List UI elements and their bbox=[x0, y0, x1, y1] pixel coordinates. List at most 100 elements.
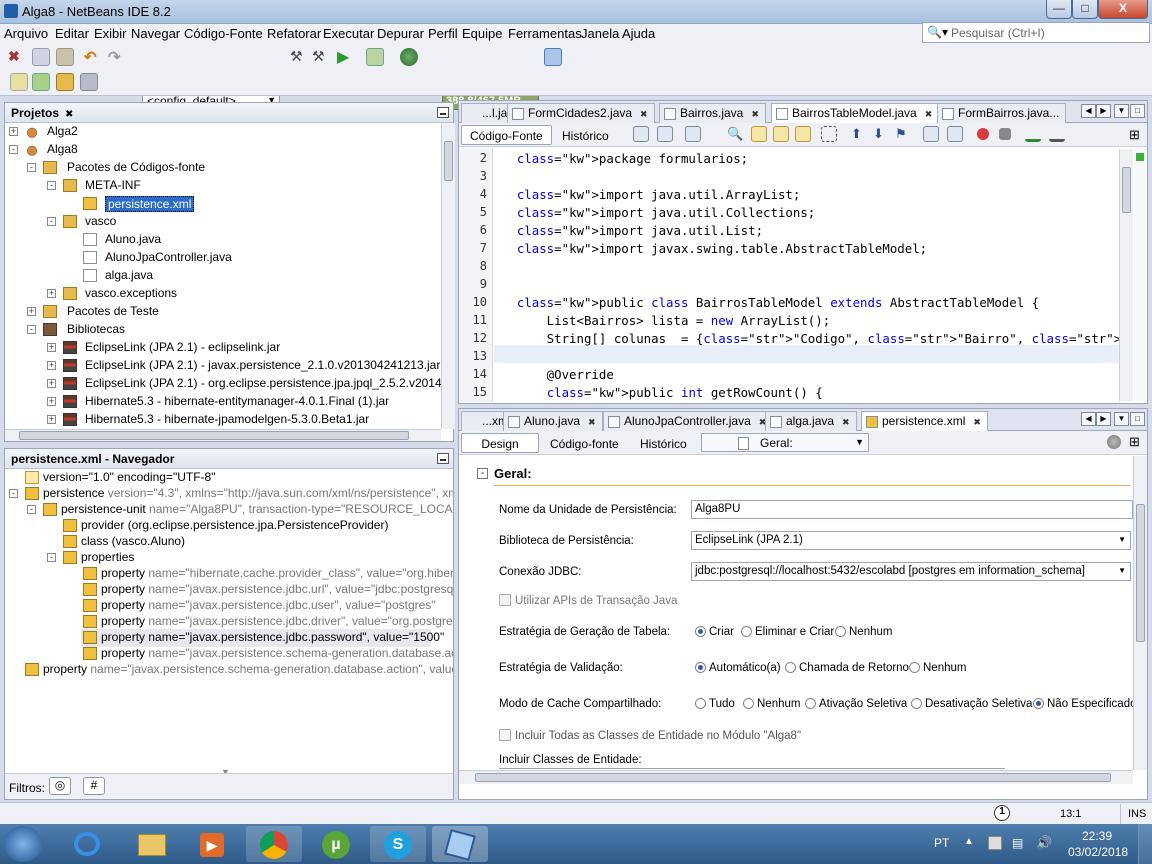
unit-name-input[interactable]: Alga8PU bbox=[691, 500, 1133, 519]
design-hscrollbar[interactable] bbox=[459, 770, 1133, 784]
maximize-editor-icon[interactable]: □ bbox=[1130, 412, 1145, 426]
radio-tudo[interactable]: Tudo bbox=[695, 698, 735, 710]
ie-taskbar-icon[interactable] bbox=[60, 826, 116, 862]
new-file-icon[interactable] bbox=[10, 73, 28, 91]
utorrent-taskbar-icon[interactable]: µ bbox=[308, 826, 364, 862]
expand-icon[interactable]: + bbox=[47, 397, 56, 406]
filter-fields-icon[interactable]: ◎ bbox=[49, 777, 71, 795]
projects-hscrollbar[interactable] bbox=[5, 429, 441, 441]
minimize-panel-icon[interactable] bbox=[437, 107, 449, 118]
menu-exibir[interactable]: Exibir bbox=[94, 26, 127, 41]
notifications-badge[interactable]: 1 bbox=[994, 805, 1010, 821]
radio-criar[interactable]: Criar bbox=[695, 626, 734, 638]
scroll-thumb[interactable] bbox=[19, 431, 409, 440]
tab-formbairros[interactable]: FormBairros.java... bbox=[937, 103, 1067, 123]
undo-icon[interactable]: ↶ bbox=[84, 48, 102, 66]
menu-ferramentas[interactable]: Ferramentas bbox=[508, 26, 582, 41]
cut-icon[interactable]: ✖ bbox=[8, 48, 26, 66]
run-icon[interactable]: ▶ bbox=[337, 47, 355, 66]
clock-time[interactable]: 22:39 bbox=[1082, 829, 1112, 843]
volume-icon[interactable]: 🔊 bbox=[1036, 835, 1052, 851]
uncomment-icon[interactable] bbox=[1049, 126, 1065, 142]
paste-icon[interactable] bbox=[56, 48, 74, 66]
editor-top-vscrollbar[interactable] bbox=[1119, 149, 1133, 401]
tab-bairros[interactable]: Bairros.java ✖ bbox=[659, 103, 766, 123]
shift-right-icon[interactable] bbox=[947, 126, 963, 142]
radio-automatico[interactable]: Automático(a) bbox=[695, 662, 781, 674]
menu-depurar[interactable]: Depurar bbox=[377, 26, 424, 41]
jdbc-select[interactable]: jdbc:postgresql://localhost:5432/escolab… bbox=[691, 562, 1131, 581]
start-button[interactable] bbox=[4, 826, 42, 862]
hammer-icon[interactable]: ⚒ bbox=[290, 48, 308, 66]
menu-codigo-fonte[interactable]: Código-Fonte bbox=[184, 26, 263, 41]
stop-macro-icon[interactable] bbox=[999, 128, 1011, 140]
expand-icon[interactable]: + bbox=[47, 289, 56, 298]
debug-icon[interactable] bbox=[366, 48, 384, 66]
tray-expand-icon[interactable]: ▲ bbox=[964, 836, 974, 847]
collapse-icon[interactable]: - bbox=[47, 217, 56, 226]
expand-icon[interactable]: + bbox=[47, 361, 56, 370]
filter-static-icon[interactable]: # bbox=[83, 777, 105, 795]
code-area[interactable]: 2 3 4 5 6 7 8 9 10 11 12 13 14 15 class=… bbox=[459, 149, 1119, 401]
shift-left-icon[interactable] bbox=[923, 126, 939, 142]
save-all-icon[interactable] bbox=[80, 73, 98, 91]
toggle-bookmark-icon[interactable]: ⚑ bbox=[895, 126, 911, 142]
redo-icon[interactable]: ↷ bbox=[108, 48, 126, 66]
scroll-tabs-left-icon[interactable]: ◀ bbox=[1081, 412, 1096, 426]
close-icon[interactable]: ✖ bbox=[640, 109, 648, 119]
radio-chamada-retorno[interactable]: Chamada de Retorno bbox=[785, 662, 909, 674]
collapse-icon[interactable]: - bbox=[47, 553, 56, 562]
collapse-section-icon[interactable]: - bbox=[477, 468, 488, 479]
close-icon[interactable]: ✖ bbox=[588, 417, 596, 427]
collapse-icon[interactable]: - bbox=[9, 145, 18, 154]
language-indicator[interactable]: PT bbox=[934, 836, 949, 850]
minimize-button[interactable]: — bbox=[1046, 0, 1072, 19]
expand-icon[interactable]: + bbox=[47, 415, 56, 424]
prev-bookmark-icon[interactable]: ⬆ bbox=[851, 126, 867, 142]
tab-source[interactable]: Código-Fonte bbox=[461, 125, 552, 145]
close-icon[interactable]: ✖ bbox=[925, 109, 933, 119]
tab-formcidades2[interactable]: FormCidades2.java ✖ bbox=[507, 103, 655, 123]
network-icon[interactable]: ▤ bbox=[1012, 836, 1023, 850]
include-all-checkbox[interactable]: Incluir Todas as Classes de Entidade no … bbox=[499, 729, 801, 742]
radio-eliminar-criar[interactable]: Eliminar e Criar bbox=[741, 626, 834, 638]
scroll-thumb[interactable] bbox=[1122, 167, 1131, 213]
scroll-tabs-left-icon[interactable]: ◀ bbox=[1081, 104, 1096, 118]
expand-icon[interactable]: + bbox=[27, 307, 36, 316]
close-icon[interactable]: ✖ bbox=[973, 417, 981, 427]
open-project-icon[interactable] bbox=[56, 73, 74, 91]
menu-arquivo[interactable]: Arquivo bbox=[4, 26, 48, 41]
collapse-icon[interactable]: - bbox=[27, 325, 36, 334]
record-macro-icon[interactable] bbox=[977, 128, 989, 140]
search-input[interactable]: 🔍▾ Pesquisar (Ctrl+I) bbox=[922, 22, 1150, 43]
radio-ativacao-seletiva[interactable]: Ativação Seletiva bbox=[805, 698, 907, 710]
tab-history[interactable]: Histórico bbox=[553, 125, 618, 145]
section-select[interactable]: Geral: ▼ bbox=[701, 433, 869, 452]
scroll-tabs-right-icon[interactable]: ▶ bbox=[1096, 104, 1111, 118]
skype-taskbar-icon[interactable]: S bbox=[370, 826, 426, 862]
media-taskbar-icon[interactable]: ▶ bbox=[184, 826, 240, 862]
collapse-icon[interactable]: - bbox=[27, 505, 36, 514]
expand-icon[interactable]: + bbox=[47, 379, 56, 388]
action-center-icon[interactable] bbox=[988, 836, 1002, 850]
show-opened-docs-icon[interactable]: ▼ bbox=[1114, 412, 1129, 426]
radio-nenhum-gen[interactable]: Nenhum bbox=[835, 626, 892, 638]
menu-executar[interactable]: Executar bbox=[323, 26, 374, 41]
tab-persistence-xml[interactable]: persistence.xml ✖ bbox=[861, 411, 988, 432]
collapse-icon[interactable]: - bbox=[27, 163, 36, 172]
nav-row-selected[interactable]: property name="javax.persistence.jdbc.pa… bbox=[81, 629, 444, 647]
close-icon[interactable]: ✖ bbox=[842, 417, 850, 427]
menu-refatorar[interactable]: Refatorar bbox=[267, 26, 321, 41]
collapse-icon[interactable]: - bbox=[47, 181, 56, 190]
split-editor-icon[interactable]: ⊞ bbox=[1129, 434, 1140, 450]
scroll-thumb[interactable] bbox=[1136, 504, 1145, 642]
show-desktop-button[interactable] bbox=[1138, 824, 1152, 864]
jta-checkbox[interactable]: Utilizar APIs de Transação Java bbox=[499, 594, 677, 607]
minimize-panel-icon[interactable] bbox=[437, 453, 449, 464]
expand-icon[interactable]: + bbox=[9, 127, 18, 136]
find-icon[interactable]: 🔍 bbox=[727, 126, 743, 142]
split-editor-icon[interactable]: ⊞ bbox=[1129, 127, 1140, 143]
menu-ajuda[interactable]: Ajuda bbox=[622, 26, 655, 41]
close-icon[interactable]: ✖ bbox=[751, 109, 759, 119]
clean-build-icon[interactable]: ⚒ bbox=[312, 48, 330, 66]
